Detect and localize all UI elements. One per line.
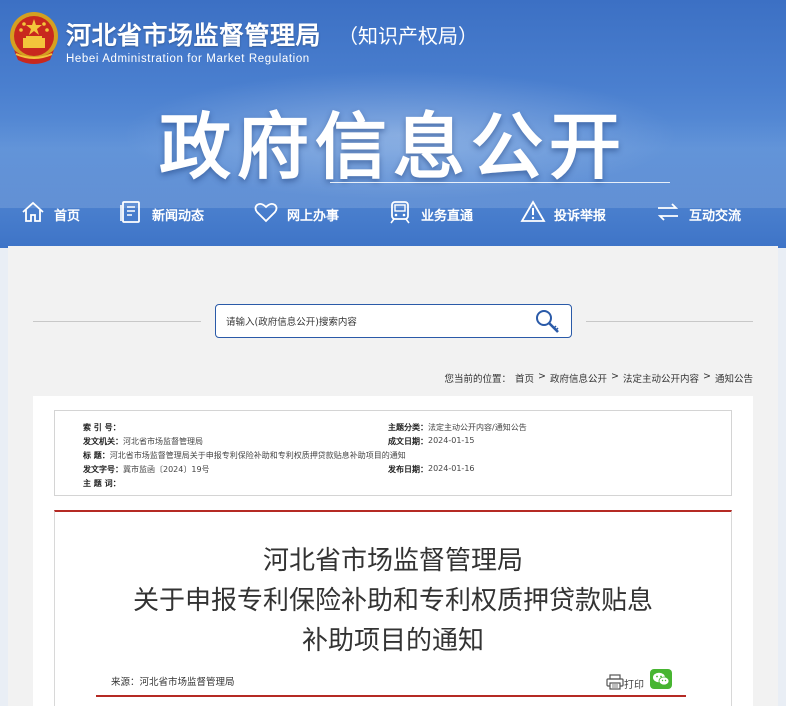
print-label: 打印 [624, 680, 644, 691]
document-icon [118, 199, 144, 229]
section-title: 政府信息公开 [158, 105, 627, 189]
nav-item-online-services[interactable]: 网上办事 [253, 196, 339, 232]
nav-label: 互动交流 [689, 208, 742, 224]
article-divider [96, 695, 686, 697]
nav-label: 业务直通 [421, 208, 474, 224]
article-source: 来源：河北省市场监督管理局 [111, 677, 235, 688]
nav-item-home[interactable]: 首页 [20, 196, 80, 232]
train-icon [387, 199, 413, 229]
breadcrumb-separator: > [538, 371, 547, 382]
wechat-icon [650, 669, 672, 693]
meta-issuer: 发文机关： 河北省市场监督管理局 [83, 437, 203, 446]
print-button[interactable]: 打印 [606, 674, 644, 693]
breadcrumb-separator: > [611, 371, 619, 382]
breadcrumb-statutory[interactable]: 法定主动公开内容 [623, 371, 699, 385]
breadcrumb-prefix: 您当前的位置： [444, 374, 512, 385]
meta-published-date: 发布日期： 2024-01-16 [388, 464, 475, 474]
printer-icon [606, 674, 624, 693]
heart-icon [253, 199, 279, 229]
breadcrumb-notices[interactable]: 通知公告 [715, 371, 753, 385]
section-title-underline [330, 182, 670, 183]
search-input[interactable] [226, 313, 526, 331]
article-title-line-3: 补助项目的通知 [301, 626, 484, 656]
article-title-line-2: 关于申报专利保险补助和专利权质押贷款贴息 [132, 586, 653, 616]
meta-created-date: 成文日期： 2024-01-15 [388, 436, 475, 446]
meta-title: 标 题： 河北省市场监督管理局关于申报专利保险补助和专利权质押贷款贴息补助项目的… [83, 451, 406, 460]
header-banner: 河北省市场监督管理局 （知识产权局） Hebei Administration … [0, 0, 786, 248]
site-title[interactable]: 河北省市场监督管理局 [66, 16, 321, 52]
nav-item-business[interactable]: 业务直通 [387, 196, 473, 232]
article-title-line-1: 河北省市场监督管理局 [262, 546, 523, 576]
warning-icon [520, 199, 546, 229]
nav-item-interaction[interactable]: 互动交流 [655, 196, 741, 232]
search-divider-right [586, 321, 753, 322]
national-emblem-icon [8, 10, 60, 66]
breadcrumb-home[interactable]: 首页 [515, 371, 534, 385]
breadcrumb: 您当前的位置： 首页 > 政府信息公开 > 法定主动公开内容 > 通知公告 [445, 371, 753, 385]
search-box [215, 304, 572, 338]
meta-index: 索 引 号： [83, 423, 121, 432]
nav-item-news[interactable]: 新闻动态 [118, 196, 204, 232]
metadata-table: 索 引 号： 主题分类： 法定主动公开内容/通知公告 发文机关： 河北省市场监督… [54, 410, 732, 496]
breadcrumb-separator: > [703, 371, 711, 382]
nav-label: 网上办事 [287, 208, 340, 224]
meta-keywords: 主 题 词： [83, 479, 121, 488]
meta-category: 主题分类： 法定主动公开内容/通知公告 [388, 423, 527, 432]
search-button[interactable] [533, 308, 563, 336]
wechat-share-button[interactable] [650, 669, 672, 689]
exchange-icon [655, 199, 681, 229]
nav-label: 首页 [54, 208, 81, 224]
search-divider-left [33, 321, 201, 322]
meta-doc-number: 发文字号： 冀市监函〔2024〕19号 [83, 465, 210, 474]
site-title-en: Hebei Administration for Market Regulati… [66, 53, 310, 65]
search-icon [533, 310, 563, 340]
main-nav: 首页 新闻动态 网上办事 业务直通 投诉举报 互动交流 [0, 196, 786, 232]
breadcrumb-gov-info[interactable]: 政府信息公开 [550, 371, 607, 385]
nav-item-complaints[interactable]: 投诉举报 [520, 196, 606, 232]
home-icon [20, 199, 46, 229]
site-subtitle: （知识产权局） [338, 24, 478, 48]
nav-label: 新闻动态 [152, 208, 205, 224]
nav-label: 投诉举报 [554, 208, 607, 224]
